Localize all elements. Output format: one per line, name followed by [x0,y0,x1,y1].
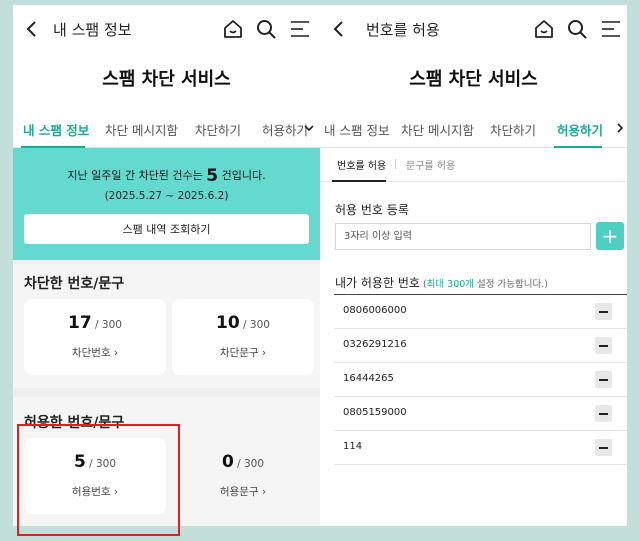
chevron-right-icon: › [261,486,267,498]
remove-icon[interactable] [595,337,612,354]
home-icon[interactable] [533,18,555,40]
tab-allow[interactable]: 허용하기 [557,120,603,139]
weekly-block-count: 5 [206,166,219,186]
subtab-allow-phrase[interactable]: 문구를 허용 [406,157,455,172]
main-tabs: 내 스팸 정보 차단 메시지함 차단하기 허용하기 [320,110,627,148]
count-value: 17 [68,313,92,333]
blocked-phrases-link[interactable]: 차단문구 › [172,345,314,360]
allowed-number-row: 0806006000 [334,295,627,329]
allowed-number: 0805159000 [343,407,407,418]
chevron-down-icon[interactable] [304,123,314,133]
tab-my-spam-info[interactable]: 내 스팸 정보 [324,120,389,139]
count-value: 0 [221,452,234,472]
allowed-number: 16444265 [343,373,394,384]
allowed-phrases-card[interactable]: 0 / 300 허용문구 › [172,438,314,514]
summary-text-before: 지난 일주일 간 차단된 건수는 [67,169,207,182]
register-label: 허용 번호 등록 [335,203,409,217]
note-highlight: 최대 300개 [426,279,475,290]
tab-blocked-messages[interactable]: 차단 메시지함 [105,120,178,139]
allowed-number: 114 [343,441,363,452]
blocked-phrases-card[interactable]: 10 / 300 차단문구 › [172,299,314,375]
blocked-phrases-count: 10 / 300 [172,313,314,333]
allowed-number-row: 16444265 [334,363,627,397]
count-max: / 300 [91,319,122,331]
list-limit-note: (최대 300개 설정 가능합니다.) [420,279,548,290]
remove-icon[interactable] [595,371,612,388]
tab-allow[interactable]: 허용하기 [262,120,308,139]
count-max: / 300 [233,458,265,470]
note-rest: 설정 가능합니다.) [474,279,548,290]
app-bar: 내 스팸 정보 [13,5,320,53]
count-max: / 300 [239,319,270,331]
remove-icon[interactable] [595,303,612,320]
summary-text-after: 건입니다. [218,169,266,182]
add-button[interactable]: + [596,222,624,250]
subtab-divider [395,159,396,169]
tab-blocked-messages[interactable]: 차단 메시지함 [401,120,474,139]
chevron-right-icon: › [113,347,119,359]
highlight-box [17,424,180,536]
allowed-list-title: 내가 허용한 번호 (최대 300개 설정 가능합니다.) [335,274,548,291]
blocked-numbers-link[interactable]: 차단번호 › [24,345,166,360]
subtab-allow-number[interactable]: 번호를 허용 [337,157,386,172]
app-bar-title: 내 스팸 정보 [53,21,132,39]
app-bar-title: 번호를 허용 [366,21,440,39]
link-label: 허용문구 [219,486,259,498]
remove-icon[interactable] [595,405,612,422]
blocked-section-title: 차단한 번호/문구 [24,276,125,292]
allowed-phrases-count: 0 / 300 [172,452,314,472]
allowed-number-row: 0326291216 [334,329,627,363]
allowed-number-row: 0805159000 [334,397,627,431]
blocked-numbers-card[interactable]: 17 / 300 차단번호 › [24,299,166,375]
remove-icon[interactable] [595,439,612,456]
link-label: 차단번호 [71,347,111,359]
chevron-right-icon[interactable] [615,123,625,133]
blocked-section: 차단한 번호/문구 17 / 300 차단번호 › 10 / 300 차단문구 … [13,264,320,388]
note-open: ( [419,279,427,290]
search-icon[interactable] [255,18,277,40]
allow-number-screen: 번호를 허용 스팸 차단 서비스 내 스팸 정보 차단 메시지함 차단하기 허용… [320,5,627,526]
active-subtab-indicator [332,180,386,182]
allow-number-input[interactable] [335,223,591,250]
home-icon[interactable] [222,18,244,40]
tab-block[interactable]: 차단하기 [195,120,241,139]
allowed-number-row: 114 [334,431,627,465]
main-tabs: 내 스팸 정보 차단 메시지함 차단하기 허용하기 [13,110,320,148]
tab-my-spam-info[interactable]: 내 스팸 정보 [23,120,89,139]
count-value: 10 [216,313,240,333]
page-title: 스팸 차단 서비스 [102,69,231,90]
link-label: 차단문구 [219,347,259,359]
page-title: 스팸 차단 서비스 [409,69,538,90]
back-arrow-icon[interactable] [332,20,346,38]
blocked-numbers-count: 17 / 300 [24,313,166,333]
weekly-block-summary: 지난 일주일 간 차단된 건수는 5 건입니다. [13,166,320,186]
chevron-right-icon: › [261,347,267,359]
tab-block[interactable]: 차단하기 [490,120,536,139]
date-range: (2025.5.27 ~ 2025.6.2) [104,190,229,202]
view-spam-history-button[interactable]: 스팸 내역 조회하기 [24,214,309,244]
back-arrow-icon[interactable] [25,20,39,38]
weekly-block-banner: 지난 일주일 간 차단된 건수는 5 건입니다. (2025.5.27 ~ 20… [13,148,320,260]
list-title-text: 내가 허용한 번호 [335,276,420,290]
sub-tabs: 번호를 허용 문구를 허용 [320,148,627,182]
allowed-number: 0326291216 [343,339,407,350]
menu-icon[interactable] [600,18,622,40]
app-bar: 번호를 허용 [320,5,627,53]
menu-icon[interactable] [289,18,311,40]
allowed-phrases-link[interactable]: 허용문구 › [172,484,314,499]
search-icon[interactable] [566,18,588,40]
allowed-number: 0806006000 [343,305,407,316]
